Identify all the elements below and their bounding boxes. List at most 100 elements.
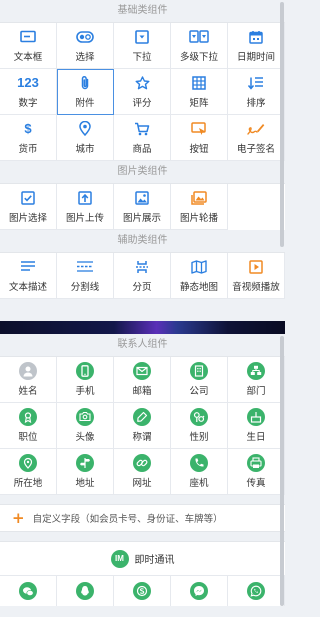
component-label: 图片上传: [65, 212, 104, 224]
component-label: 按钮: [189, 143, 209, 155]
component-multilevel-dropdown[interactable]: 多级下拉: [171, 23, 228, 69]
component-pagination[interactable]: 分页: [114, 253, 171, 299]
dropdown-icon: [135, 29, 149, 45]
component-fax[interactable]: 传真: [228, 449, 285, 495]
component-datetime[interactable]: 日期时间: [228, 23, 285, 69]
component-website[interactable]: 网址: [114, 449, 171, 495]
component-select[interactable]: 选择: [57, 23, 114, 69]
component-label: 手机: [75, 385, 95, 397]
title-icon: [133, 407, 151, 426]
component-signature[interactable]: 电子签名: [228, 115, 285, 161]
component-label: 音视频播放: [232, 281, 280, 293]
link-icon: [133, 453, 151, 472]
component-avatar[interactable]: 头像: [57, 403, 114, 449]
component-label: 数字: [18, 97, 38, 109]
button-click-icon: [191, 121, 207, 137]
gender-icon: [190, 407, 208, 426]
component-landline[interactable]: 座机: [171, 449, 228, 495]
component-label: 多级下拉: [179, 51, 218, 63]
component-image-display[interactable]: 图片展示: [114, 184, 171, 230]
component-image-upload[interactable]: 图片上传: [57, 184, 114, 230]
component-label: 文本框: [13, 51, 43, 63]
textbox-icon: [20, 29, 36, 45]
messenger-icon: [190, 582, 208, 600]
multilevel-dropdown-icon: [189, 29, 209, 45]
component-qq[interactable]: [57, 576, 114, 606]
landline-phone-icon: [190, 453, 208, 472]
component-skype[interactable]: [114, 576, 171, 606]
component-label: 附件: [75, 97, 95, 109]
media-play-icon: [249, 259, 263, 275]
component-attachment[interactable]: 附件: [57, 69, 114, 115]
component-image-carousel[interactable]: 图片轮播: [171, 184, 228, 230]
component-position[interactable]: 职位: [0, 403, 57, 449]
person-icon: [19, 361, 37, 380]
text-description-icon: [20, 259, 36, 275]
static-map-icon: [191, 259, 207, 275]
component-label: 姓名: [18, 385, 38, 397]
component-name[interactable]: 姓名: [0, 357, 57, 403]
im-section-header: IM 即时通讯: [0, 541, 285, 575]
image-upload-icon: [78, 190, 92, 206]
mobile-phone-icon: [76, 361, 94, 380]
component-sort[interactable]: 排序: [228, 69, 285, 115]
component-textbox[interactable]: 文本框: [0, 23, 57, 69]
component-static-map[interactable]: 静态地图: [171, 253, 228, 299]
section-title-contact: 联系人组件: [0, 334, 285, 356]
component-city[interactable]: 城市: [57, 115, 114, 161]
paperclip-icon: [79, 75, 91, 91]
component-gender[interactable]: 性别: [171, 403, 228, 449]
component-label: 公司: [189, 385, 209, 397]
component-label: 下拉: [132, 51, 152, 63]
contact-components-grid: 姓名 手机 邮箱 公司 部门 职位 头像 称谓 性别 生日 所在地 地址 网址 …: [0, 356, 285, 495]
component-matrix[interactable]: 矩阵: [171, 69, 228, 115]
component-location[interactable]: 所在地: [0, 449, 57, 495]
basic-components-grid: 文本框 选择 下拉 多级下拉 日期时间 123 数字 附件 评分 矩阵 排序 $…: [0, 22, 285, 161]
component-currency[interactable]: $ 货币: [0, 115, 57, 161]
component-label: 传真: [246, 477, 266, 489]
matrix-icon: [192, 75, 206, 91]
component-label: 城市: [75, 143, 95, 155]
custom-field-button[interactable]: + 自定义字段（如会员卡号、身份证、车牌等）: [0, 504, 285, 532]
component-dropdown[interactable]: 下拉: [114, 23, 171, 69]
component-label: 地址: [75, 477, 95, 489]
component-whatsapp[interactable]: [228, 576, 285, 606]
component-messenger[interactable]: [171, 576, 228, 606]
component-label: 图片展示: [122, 212, 161, 224]
component-wechat[interactable]: [0, 576, 57, 606]
component-birthday[interactable]: 生日: [228, 403, 285, 449]
sort-icon: [248, 75, 264, 91]
component-salutation[interactable]: 称谓: [114, 403, 171, 449]
top-scrollbar[interactable]: [280, 2, 284, 247]
component-mobile[interactable]: 手机: [57, 357, 114, 403]
component-label: 所在地: [13, 477, 43, 489]
mail-icon: [133, 361, 151, 380]
component-company[interactable]: 公司: [171, 357, 228, 403]
component-goods[interactable]: 商品: [114, 115, 171, 161]
component-department[interactable]: 部门: [228, 357, 285, 403]
plus-icon: +: [12, 508, 25, 527]
custom-field-label: 自定义字段（如会员卡号、身份证、车牌等）: [32, 514, 223, 525]
component-label: 图片轮播: [179, 212, 218, 224]
component-button[interactable]: 按钮: [171, 115, 228, 161]
component-number[interactable]: 123 数字: [0, 69, 57, 115]
component-label: 头像: [75, 431, 95, 443]
position-icon: [19, 407, 37, 426]
component-label: 评分: [132, 97, 152, 109]
component-email[interactable]: 邮箱: [114, 357, 171, 403]
component-media-play[interactable]: 音视频播放: [228, 253, 285, 299]
component-image-select[interactable]: 图片选择: [0, 184, 57, 230]
component-address[interactable]: 地址: [57, 449, 114, 495]
component-text-description[interactable]: 文本描述: [0, 253, 57, 299]
component-label: 文本描述: [8, 281, 47, 293]
component-rating[interactable]: 评分: [114, 69, 171, 115]
component-label: 商品: [132, 143, 152, 155]
current-location-icon: [19, 453, 37, 472]
component-panel-bottom: 联系人组件 姓名 手机 邮箱 公司 部门 职位 头像 称谓 性别 生日 所在地 …: [0, 334, 285, 617]
bottom-scrollbar[interactable]: [280, 336, 284, 606]
component-label: 分页: [132, 281, 152, 293]
component-divider[interactable]: 分割线: [57, 253, 114, 299]
number-icon: 123: [17, 75, 39, 90]
currency-icon: $: [24, 121, 32, 136]
component-label: 图片选择: [8, 212, 47, 224]
